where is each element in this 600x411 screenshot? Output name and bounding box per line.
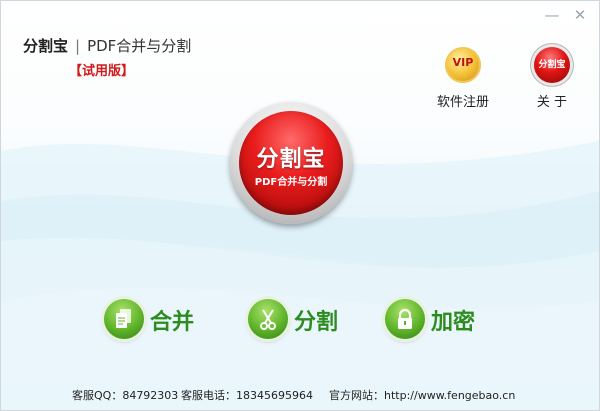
app-window: — ✕ 分割宝 | PDF合并与分割 【试用版】 VIP 软件注册 分割宝 关 于 … — [0, 0, 600, 411]
about-button[interactable]: 分割宝 关 于 — [512, 47, 592, 110]
scissors-icon — [248, 299, 288, 339]
support-qq: 客服QQ：84792303 — [72, 389, 179, 402]
app-name: 分割宝 — [23, 37, 69, 55]
trial-badge: 【试用版】 — [69, 64, 135, 79]
register-label: 软件注册 — [436, 95, 489, 110]
official-website-link[interactable]: 官方网站：http://www.fengebao.cn — [329, 387, 515, 403]
title-separator: | — [75, 37, 81, 55]
about-logo-text: 分割宝 — [538, 60, 566, 70]
documents-icon — [104, 299, 144, 339]
app-subtitle: PDF合并与分割 — [87, 37, 192, 55]
main-logo: 分割宝 PDF合并与分割 — [230, 102, 352, 224]
vip-icon: VIP — [445, 47, 481, 83]
close-button[interactable]: ✕ — [572, 7, 588, 23]
merge-label: 合并 — [150, 310, 195, 335]
about-logo-icon: 分割宝 — [534, 47, 570, 83]
about-label: 关 于 — [536, 95, 568, 110]
vip-icon-text: VIP — [452, 56, 474, 69]
app-title: 分割宝 | PDF合并与分割 — [23, 35, 191, 56]
logo-subtitle: PDF合并与分割 — [254, 177, 328, 188]
logo-title: 分割宝 — [256, 147, 326, 172]
support-phone: 客服电话：18345695964 — [181, 389, 313, 402]
encrypt-label: 加密 — [431, 310, 476, 335]
main-logo-core: 分割宝 PDF合并与分割 — [239, 111, 343, 215]
lock-icon — [385, 299, 425, 339]
minimize-button[interactable]: — — [544, 7, 560, 23]
register-button[interactable]: VIP 软件注册 — [423, 47, 503, 110]
split-label: 分割 — [294, 310, 339, 335]
